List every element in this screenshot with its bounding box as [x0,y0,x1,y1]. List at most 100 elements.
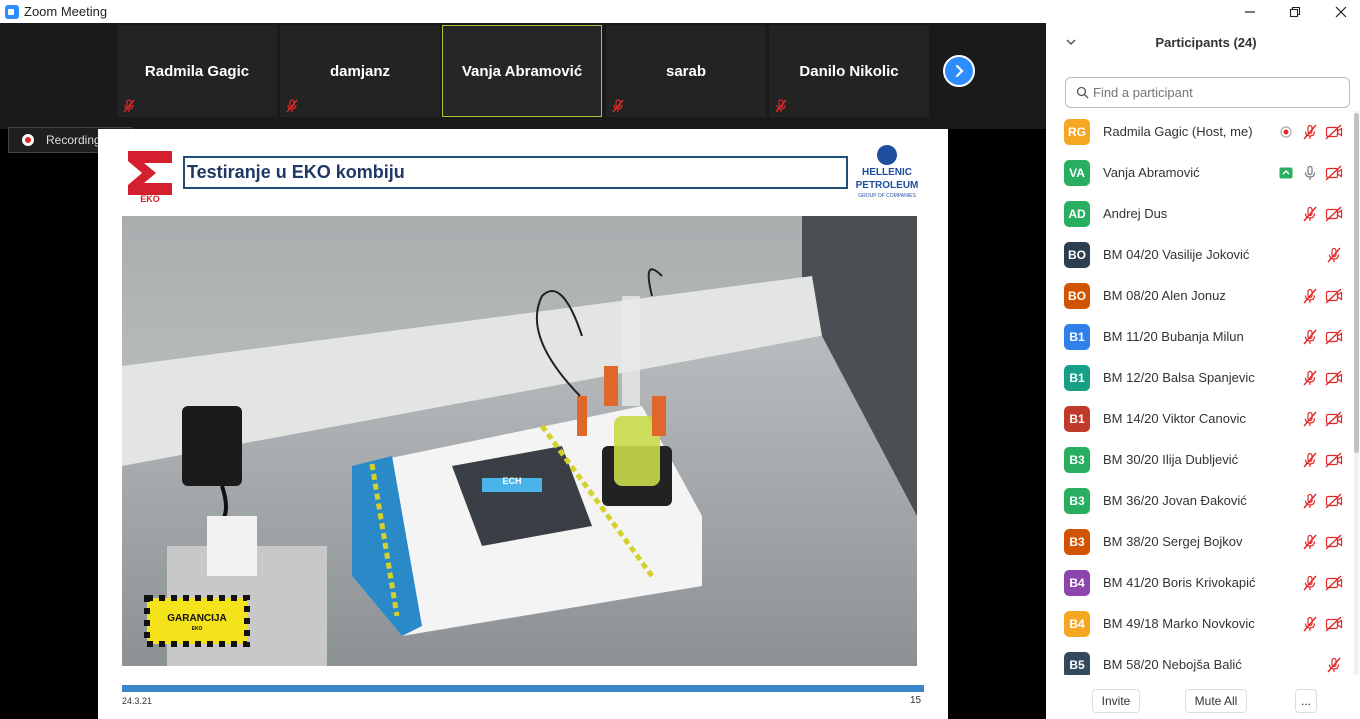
tile-name: Danilo Nikolic [799,62,899,80]
slide-date: 24.3.21 [122,696,153,706]
participant-name: BM 41/20 Boris Krivokapić [1103,575,1256,590]
video-off-icon[interactable] [1325,328,1343,346]
garancija-badge-line2: EKO [192,626,203,632]
participant-row[interactable]: B3 BM 38/20 Sergej Bojkov [1046,521,1354,562]
next-page-button[interactable] [943,55,975,87]
video-tile[interactable]: damjanz [280,25,440,117]
video-tile-active-speaker[interactable]: Vanja Abramović [442,25,602,117]
participant-row[interactable]: B4 BM 49/18 Marko Novkovic [1046,603,1354,644]
avatar: AD [1064,200,1090,227]
participant-list-scrollbar[interactable] [1354,111,1359,675]
restore-button[interactable] [1272,0,1318,23]
participant-search[interactable] [1065,77,1350,108]
mic-muted-icon[interactable] [1301,533,1319,551]
video-tile[interactable]: Radmila Gagic [117,25,277,117]
participant-row[interactable]: B1 BM 11/20 Bubanja Milun [1046,316,1354,357]
slide-title: Testiranje u EKO kombiju [183,156,848,189]
more-options-button[interactable]: ... [1295,689,1317,713]
participants-footer: Invite Mute All ... [1046,687,1360,719]
mic-muted-icon [286,99,298,113]
mic-icon[interactable] [1301,164,1319,182]
scrollbar-thumb[interactable] [1354,113,1359,453]
avatar: B5 [1064,651,1090,675]
video-off-icon[interactable] [1325,205,1343,223]
avatar: B4 [1064,610,1090,637]
participants-title: Participants (24) [1155,35,1257,50]
participant-name: BM 30/20 Ilija Dubljević [1103,452,1239,467]
video-off-icon[interactable] [1325,615,1343,633]
participant-row[interactable]: RG Radmila Gagic (Host, me) [1046,111,1354,152]
mic-muted-icon[interactable] [1301,123,1319,141]
mic-muted-icon[interactable] [1301,615,1319,633]
participant-row[interactable]: B1 BM 14/20 Viktor Canovic [1046,398,1354,439]
participant-row[interactable]: B5 BM 58/20 Nebojša Balić [1046,644,1354,675]
mic-muted-icon[interactable] [1301,410,1319,428]
avatar: B3 [1064,446,1090,473]
mic-muted-icon [123,99,135,113]
mic-muted-icon[interactable] [1325,656,1343,674]
record-icon [22,134,34,146]
video-off-icon[interactable] [1325,164,1343,182]
avatar: BO [1064,282,1090,309]
video-off-icon[interactable] [1325,287,1343,305]
participant-row[interactable]: AD Andrej Dus [1046,193,1354,234]
avatar: VA [1064,159,1090,186]
video-off-icon[interactable] [1325,123,1343,141]
participant-row[interactable]: B1 BM 12/20 Balsa Spanjevic [1046,357,1354,398]
mic-muted-icon[interactable] [1301,328,1319,346]
chevron-right-icon [955,64,964,78]
participant-name: BM 12/20 Balsa Spanjevic [1103,370,1255,385]
tile-name: sarab [665,62,707,80]
video-off-icon[interactable] [1325,451,1343,469]
search-input[interactable] [1093,85,1333,100]
video-off-icon[interactable] [1325,410,1343,428]
avatar: B3 [1064,487,1090,514]
participant-row[interactable]: VA Vanja Abramović [1046,152,1354,193]
minimize-button[interactable] [1227,0,1273,23]
participant-row[interactable]: BO BM 08/20 Alen Jonuz [1046,275,1354,316]
avatar: B1 [1064,364,1090,391]
video-off-icon[interactable] [1325,369,1343,387]
video-tile[interactable]: sarab [606,25,766,117]
mic-muted-icon[interactable] [1301,574,1319,592]
participant-row[interactable]: B3 BM 30/20 Ilija Dubljević [1046,439,1354,480]
avatar: B1 [1064,405,1090,432]
video-tile[interactable]: Danilo Nikolic [769,25,929,117]
video-off-icon[interactable] [1325,492,1343,510]
participant-name: BM 38/20 Sergej Bojkov [1103,534,1243,549]
slide-number: 15 [910,695,922,706]
close-button[interactable] [1318,0,1360,23]
restore-icon [1289,6,1301,17]
video-off-icon[interactable] [1325,533,1343,551]
mic-muted-icon[interactable] [1301,287,1319,305]
hp-logo-line2: PETROLEUM [855,180,919,191]
titrator-photo-illustration: GARANCIJA EKO ECH [122,216,917,666]
participant-name: BM 14/20 Viktor Canovic [1103,411,1246,426]
slide-progress-bar [122,685,924,692]
mute-all-button[interactable]: Mute All [1185,689,1247,713]
video-off-icon[interactable] [1325,574,1343,592]
eko-logo-text: EKO [140,194,160,203]
avatar: RG [1064,118,1090,145]
window-title: Zoom Meeting [24,4,108,19]
invite-button[interactable]: Invite [1092,689,1140,713]
close-icon [1335,6,1347,17]
participant-row[interactable]: BO BM 04/20 Vasilije Joković [1046,234,1354,275]
mic-muted-icon [612,99,624,113]
mic-muted-icon[interactable] [1301,369,1319,387]
participants-panel: Participants (24) RG Radmila Gagic (Host,… [1046,23,1360,719]
mic-muted-icon[interactable] [1301,451,1319,469]
participant-row[interactable]: B4 BM 41/20 Boris Krivokapić [1046,562,1354,603]
participant-row[interactable]: B3 BM 36/20 Jovan Đaković [1046,480,1354,521]
avatar: BO [1064,241,1090,268]
mic-muted-icon[interactable] [1301,205,1319,223]
hp-logo-line3: GROUP OF COMPANIES [858,193,916,199]
participants-header: Participants (24) [1046,35,1360,55]
mic-muted-icon[interactable] [1325,246,1343,264]
meeting-area: Radmila Gagic damjanz Vanja Abramović sa… [0,23,1046,719]
mic-muted-icon[interactable] [1301,492,1319,510]
tile-name: Radmila Gagic [144,62,250,80]
screen-share-icon [1277,164,1295,182]
zoom-camera-icon [5,4,19,19]
gallery-strip: Radmila Gagic damjanz Vanja Abramović sa… [0,23,1046,129]
